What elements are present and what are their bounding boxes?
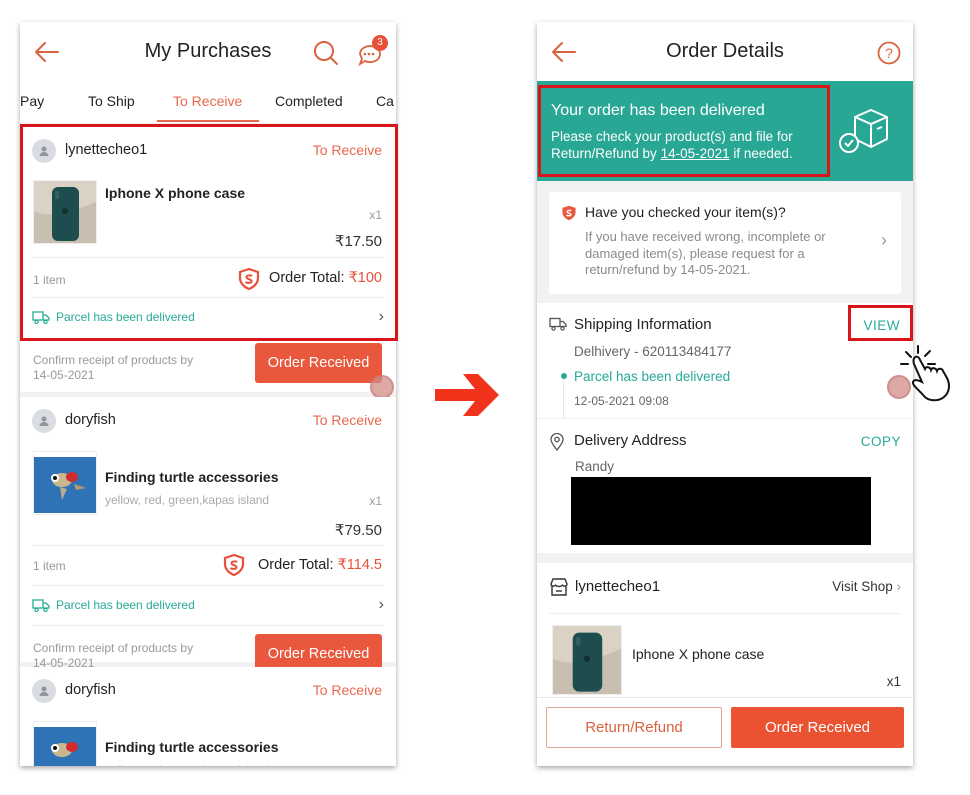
truck-icon	[549, 317, 567, 331]
divider	[32, 545, 384, 546]
product-price: ₹79.50	[334, 522, 382, 539]
shop-name: lynettecheo1	[575, 578, 661, 595]
product-image	[33, 451, 97, 515]
tab-completed[interactable]: Completed	[275, 93, 343, 109]
product-variation: yellow, red, green,kapas island	[105, 493, 270, 507]
header-bar: Order Details ?	[537, 22, 913, 81]
check-items-card[interactable]: Have you checked your item(s)? If you ha…	[549, 192, 901, 294]
delivery-timestamp: 12-05-2021 09:08	[574, 394, 669, 408]
location-pin-icon	[550, 433, 564, 451]
help-icon[interactable]: ?	[877, 41, 901, 65]
shopee-guarantee-shield-icon	[562, 205, 576, 221]
shipping-title: Shipping Information	[574, 316, 712, 333]
copy-address-button[interactable]: COPY	[861, 434, 901, 449]
timeline-line	[563, 379, 564, 419]
divider	[32, 625, 384, 626]
product-quantity: x1	[886, 674, 901, 689]
avatar	[32, 409, 56, 433]
parcel-status-row[interactable]: Parcel has been delivered ›	[32, 596, 384, 616]
order-received-button[interactable]: Order Received	[255, 343, 382, 383]
confirm-receipt-text: Confirm receipt of products by 14-05-202…	[33, 353, 194, 382]
tab-to-ship[interactable]: To Ship	[88, 93, 135, 109]
product-image	[552, 625, 622, 695]
chevron-right-icon: ›	[881, 230, 887, 250]
product-image	[33, 721, 97, 766]
order-total-value: ₹114.5	[337, 557, 382, 573]
product-name: Iphone X phone case	[632, 646, 765, 662]
delivery-address-title: Delivery Address	[574, 432, 687, 449]
shop-row: doryfish To Receive	[20, 667, 396, 713]
recipient-name: Randy	[575, 459, 615, 474]
avatar	[32, 679, 56, 703]
tap-hand-icon	[900, 345, 950, 402]
chevron-right-icon: ›	[896, 579, 902, 594]
divider	[549, 613, 901, 614]
shopee-guarantee-shield-icon	[223, 554, 245, 576]
page-title: Order Details	[666, 40, 784, 62]
order-status: To Receive	[312, 682, 382, 698]
package-delivered-icon	[839, 109, 888, 153]
check-items-title: Have you checked your item(s)?	[585, 204, 786, 220]
highlight-first-order	[20, 124, 398, 341]
turtle-accessory-image	[34, 452, 96, 514]
order-card[interactable]: doryfish To Receive Finding turtle acces…	[20, 397, 396, 674]
courier-tracking-number: Delhivery - 620113484177	[574, 344, 732, 359]
tab-to-pay[interactable]: Pay	[20, 93, 44, 109]
phone-case-image	[553, 626, 621, 694]
product-variation: yellow, red, green,kapas island	[105, 763, 269, 766]
status-dot	[561, 373, 567, 379]
turtle-accessory-image	[34, 722, 96, 766]
shop-name: doryfish	[65, 412, 116, 428]
shop-icon	[550, 578, 568, 596]
header-bar: My Purchases 3	[20, 22, 396, 82]
user-icon	[39, 416, 49, 426]
order-status: To Receive	[312, 412, 382, 428]
active-tab-indicator	[157, 120, 259, 122]
search-icon[interactable]	[312, 39, 340, 67]
right-arrow-icon	[435, 374, 499, 416]
tab-cancelled[interactable]: Ca	[376, 93, 394, 109]
truck-icon	[32, 599, 50, 612]
user-icon	[39, 686, 49, 696]
item-count: 1 item	[33, 559, 66, 573]
product-name: Finding turtle accessories	[105, 469, 279, 485]
redacted-address	[571, 477, 871, 545]
tab-to-receive[interactable]: To Receive	[173, 93, 242, 109]
parcel-status: Parcel has been delivered	[574, 369, 731, 384]
order-total: Order Total: ₹114.5	[258, 557, 382, 573]
order-received-button[interactable]: Order Received	[731, 707, 904, 748]
check-items-text: If you have received wrong, incomplete o…	[585, 229, 826, 277]
return-refund-button[interactable]: Return/Refund	[546, 707, 722, 748]
delivery-address-section: Delivery Address COPY Randy	[537, 418, 913, 553]
shop-row: doryfish To Receive	[20, 397, 396, 443]
product-quantity: x1	[369, 494, 382, 508]
bottom-action-bar: Return/Refund Order Received	[537, 697, 913, 766]
visit-shop-link[interactable]: Visit Shop ›	[832, 579, 901, 594]
highlight-delivered-banner	[538, 85, 830, 177]
highlight-view-button	[848, 305, 913, 341]
chevron-right-icon: ›	[378, 596, 384, 613]
order-total-label: Order Total:	[258, 557, 338, 573]
parcel-status: Parcel has been delivered	[56, 598, 195, 612]
product-name: Finding turtle accessories	[105, 739, 279, 755]
touch-indicator	[370, 375, 394, 399]
order-card[interactable]: doryfish To Receive Finding turtle acces…	[20, 667, 396, 766]
order-tabs: Pay To Ship To Receive Completed Ca	[20, 82, 396, 124]
svg-text:?: ?	[885, 45, 893, 61]
chat-badge: 3	[372, 35, 388, 51]
shop-product-section: lynettecheo1 Visit Shop › Iphone X phone…	[537, 563, 913, 718]
divider	[32, 585, 384, 586]
shop-name: doryfish	[65, 682, 116, 698]
product-quantity: x1	[369, 764, 382, 766]
